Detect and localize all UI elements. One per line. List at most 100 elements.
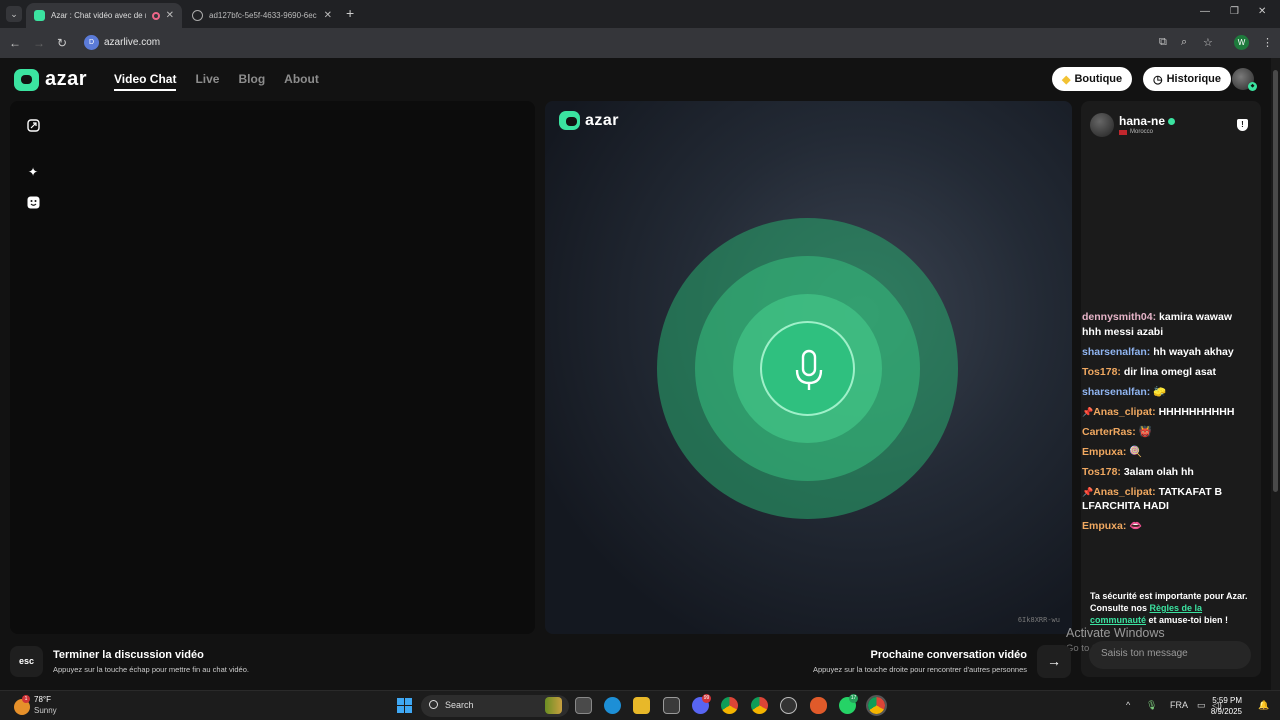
chat-message: sharsenalfan: 🧽 [1082, 385, 1252, 400]
effects-sparkle-icon[interactable]: ✦ [26, 165, 40, 179]
network-icon[interactable]: ▭ [1197, 700, 1206, 711]
language-indicator[interactable]: FRA [1170, 700, 1188, 710]
windows-start-icon[interactable] [397, 698, 412, 713]
reload-icon[interactable]: ↻ [57, 36, 67, 50]
tab-title: Azar : Chat vidéo avec de n [51, 11, 146, 20]
chat-message: Tos178: 3alam olah hh [1082, 465, 1252, 480]
azar-logo-icon [14, 68, 39, 91]
user-avatar[interactable]: ◆ [1232, 68, 1257, 91]
self-video-panel: ✦ [10, 101, 535, 634]
nav-about[interactable]: About [284, 72, 319, 91]
taskbar-clock[interactable]: 5:59 PM 8/9/2025 [1211, 695, 1242, 717]
main-nav: Video Chat Live Blog About [114, 72, 319, 91]
bookmark-star-icon[interactable]: ☆ [1203, 36, 1213, 49]
tray-overflow-icon[interactable]: ^ [1126, 700, 1130, 710]
mic-tray-icon[interactable]: 🎙 [1146, 700, 1157, 711]
peer-avatar[interactable] [1090, 113, 1114, 137]
address-bar: ← → ↻ [0, 28, 1280, 58]
chat-text: 3alam olah hh [1120, 465, 1194, 478]
azar-logo[interactable]: azar [14, 68, 87, 91]
microphone-icon [795, 349, 823, 390]
safety-notice: Ta sécurité est importante pour Azar. Co… [1090, 591, 1248, 625]
history-button[interactable]: ◷ Historique [1143, 67, 1232, 91]
nav-video-chat[interactable]: Video Chat [114, 72, 177, 91]
chat-messages: dennysmith04: kamira wawaw hhh messi aza… [1082, 310, 1252, 539]
close-window-button[interactable]: ✕ [1258, 6, 1266, 17]
chat-text: dir lina omegl asat [1120, 365, 1217, 378]
scrollbar-thumb[interactable] [1273, 70, 1278, 492]
face-filter-icon[interactable] [26, 196, 40, 210]
chat-message: CarterRas: 👹 [1082, 425, 1252, 440]
page-scrollbar[interactable] [1271, 58, 1280, 690]
arrow-right-icon: → [1047, 653, 1061, 669]
chat-username[interactable]: sharsenalfan: [1082, 346, 1150, 358]
zoom-icon[interactable]: ⌕ [1181, 36, 1187, 49]
site-info-icon[interactable]: D [84, 35, 99, 50]
close-tab-icon[interactable]: ✕ [166, 10, 174, 21]
chat-username[interactable]: dennysmith04: [1082, 311, 1156, 323]
discord-badge: 99 [702, 694, 711, 703]
edge-icon[interactable] [604, 697, 621, 714]
close-tab-icon[interactable]: ✕ [324, 10, 332, 21]
chat-username[interactable]: Anas_clipat: [1093, 486, 1155, 498]
chat-username[interactable]: Anas_clipat: [1093, 406, 1155, 418]
tab-search-button[interactable]: ⌄ [6, 6, 22, 22]
url-text[interactable]: azarlive.com [104, 37, 160, 48]
browser-menu-icon[interactable]: ⋮ [1262, 36, 1273, 49]
settings-gear-icon[interactable] [780, 697, 797, 714]
tab-second[interactable]: ad127bfc-5e5f-4633-9690-6ec ✕ [184, 3, 340, 28]
file-explorer-icon[interactable] [633, 697, 650, 714]
chat-username[interactable]: Tos178: [1082, 366, 1121, 378]
weather-condition[interactable]: Sunny [34, 706, 57, 715]
tab-azar[interactable]: Azar : Chat vidéo avec de n ✕ [26, 3, 182, 28]
nav-live[interactable]: Live [195, 72, 219, 91]
shop-button[interactable]: ◆ Boutique [1052, 67, 1133, 91]
task-view-icon[interactable] [575, 697, 592, 714]
nav-blog[interactable]: Blog [238, 72, 265, 91]
chat-text: 🧽 [1150, 385, 1167, 398]
chrome-active-icon[interactable] [866, 695, 887, 716]
verified-icon [1168, 117, 1176, 125]
profile-avatar[interactable]: W [1234, 35, 1249, 50]
chat-username[interactable]: CarterRas: [1082, 426, 1136, 438]
chat-message-input[interactable]: Saisis ton message [1089, 641, 1251, 669]
peer-name[interactable]: hana-ne [1119, 114, 1176, 128]
gem-badge-icon: ◆ [1248, 82, 1257, 91]
clock-icon: ◷ [1153, 73, 1163, 86]
chat-username[interactable]: Empuxa: [1082, 446, 1126, 458]
chat-text: 👄 [1126, 520, 1143, 532]
chat-username[interactable]: sharsenalfan: [1082, 386, 1150, 398]
minimize-button[interactable]: — [1200, 6, 1210, 17]
end-chat-hint: Appuyez sur la touche échap pour mettre … [53, 665, 249, 674]
search-highlight-icon[interactable] [545, 697, 562, 714]
notification-bell-icon[interactable]: 🔔 [1258, 700, 1269, 711]
weather-temp[interactable]: 78°F [34, 695, 51, 704]
restore-button[interactable]: ❐ [1230, 6, 1239, 17]
pin-icon: 📌 [1082, 486, 1094, 497]
chrome-icon[interactable] [721, 697, 738, 714]
chat-text: hh wayah akhay [1150, 345, 1234, 358]
microphone-button[interactable] [760, 321, 855, 416]
back-icon[interactable]: ← [9, 36, 21, 50]
report-shield-icon[interactable]: ! [1237, 119, 1248, 131]
weather-badge: 1 [22, 695, 30, 703]
activate-windows-title: Activate Windows [1066, 626, 1165, 640]
end-chat-esc-button[interactable]: esc [10, 646, 43, 677]
azar-logo-icon [559, 111, 580, 130]
new-tab-button[interactable]: + [346, 5, 354, 21]
browser-tab-bar: ⌄ Azar : Chat vidéo avec de n ✕ ad127bfc… [0, 0, 1280, 28]
forward-icon[interactable]: → [33, 36, 45, 50]
chat-username[interactable]: Empuxa: [1082, 520, 1126, 532]
chrome-profile-icon[interactable] [751, 697, 768, 714]
install-app-icon[interactable]: ⧉ [1159, 36, 1167, 49]
recording-indicator-icon [151, 11, 160, 20]
next-chat-arrow-button[interactable]: → [1037, 645, 1071, 678]
store-icon[interactable] [663, 697, 680, 714]
azar-favicon-icon [34, 10, 45, 21]
chat-message: Empuxa: 👄 [1082, 519, 1252, 534]
voice-recorder-icon[interactable] [810, 697, 827, 714]
morocco-flag-icon [1119, 129, 1127, 135]
expand-icon[interactable] [26, 119, 40, 133]
tab-title: ad127bfc-5e5f-4633-9690-6ec [209, 11, 317, 20]
chat-username[interactable]: Tos178: [1082, 466, 1121, 478]
